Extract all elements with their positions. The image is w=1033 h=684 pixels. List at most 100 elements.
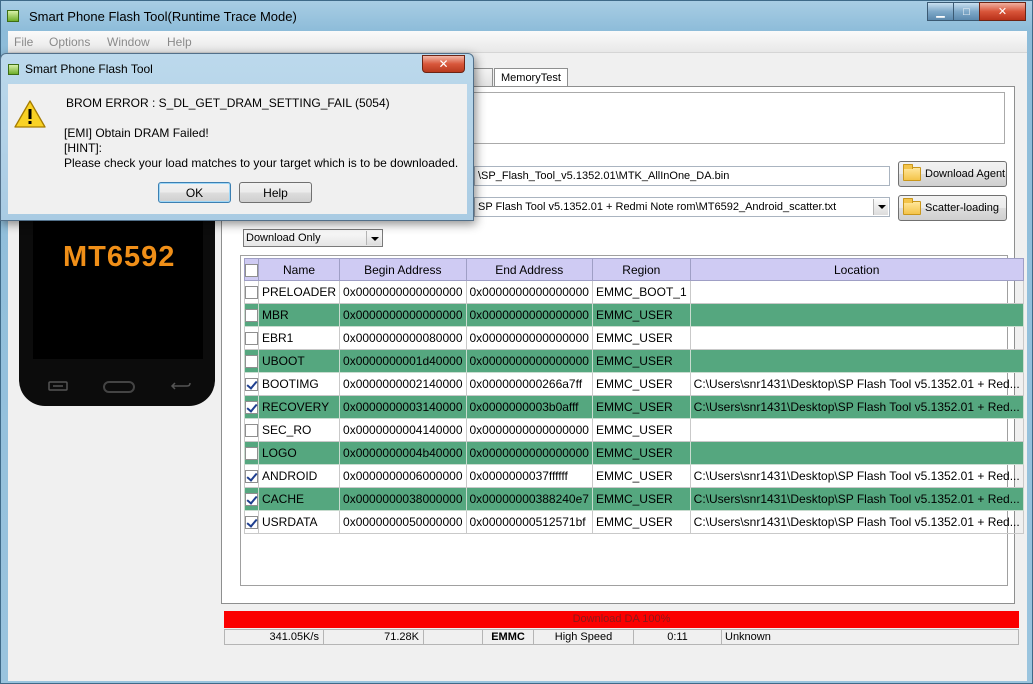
row-checkbox-cell[interactable] bbox=[244, 441, 259, 465]
scatter-file-select[interactable]: SP Flash Tool v5.1352.01 + Redmi Note ro… bbox=[474, 197, 890, 217]
row-checkbox-cell[interactable] bbox=[244, 349, 259, 373]
row-checkbox[interactable] bbox=[245, 493, 258, 507]
status-size: 71.28K bbox=[323, 629, 424, 645]
cell-begin: 0x0000000003140000 bbox=[339, 395, 467, 419]
column-header-end-address[interactable]: End Address bbox=[465, 258, 593, 281]
status-state: Unknown bbox=[721, 629, 1019, 645]
cell-end: 0x0000000003b0afff bbox=[465, 395, 593, 419]
error-message: BROM ERROR : S_DL_GET_DRAM_SETTING_FAIL … bbox=[66, 96, 390, 110]
table-row[interactable]: ANDROID 0x0000000006000000 0x0000000037fff… bbox=[244, 464, 1024, 488]
cell-name: CACHE bbox=[257, 487, 341, 511]
menu-file[interactable]: File bbox=[14, 35, 33, 49]
minimize-button[interactable]: ▁ bbox=[927, 2, 954, 21]
row-checkbox-cell[interactable] bbox=[244, 464, 259, 488]
menu-options[interactable]: Options bbox=[49, 35, 90, 49]
cell-region: EMMC_USER bbox=[591, 510, 691, 534]
cell-name: BOOTIMG bbox=[257, 372, 341, 396]
chevron-down-icon[interactable] bbox=[873, 199, 888, 215]
scatter-loading-button[interactable]: Scatter-loading bbox=[898, 195, 1007, 221]
home-key-icon bbox=[103, 381, 135, 393]
dialog-title: Smart Phone Flash Tool bbox=[25, 62, 153, 76]
cell-location[interactable] bbox=[689, 441, 1024, 465]
cell-location[interactable] bbox=[689, 418, 1024, 442]
table-row[interactable]: PRELOADER 0x0000000000000000 0x00000000000… bbox=[244, 280, 1024, 304]
cell-begin: 0x0000000000080000 bbox=[339, 326, 467, 350]
menu-window[interactable]: Window bbox=[107, 35, 150, 49]
cell-location[interactable]: C:\Users\snr1431\Desktop\SP Flash Tool v… bbox=[689, 464, 1024, 488]
dialog-close-button[interactable]: ✕ bbox=[422, 55, 465, 73]
chevron-down-icon[interactable] bbox=[366, 231, 381, 245]
tab-memory-test[interactable]: MemoryTest bbox=[494, 68, 568, 88]
partition-table: Name Begin Address End Address Region Lo… bbox=[244, 258, 1024, 534]
row-checkbox-cell[interactable] bbox=[244, 326, 259, 350]
column-header-begin-address[interactable]: Begin Address bbox=[339, 258, 467, 281]
cell-location[interactable] bbox=[689, 303, 1024, 327]
row-checkbox[interactable] bbox=[245, 378, 258, 392]
table-row[interactable]: EBR1 0x0000000000080000 0x0000000000000000… bbox=[244, 326, 1024, 350]
column-header-location[interactable]: Location bbox=[689, 258, 1024, 281]
row-checkbox[interactable] bbox=[245, 401, 258, 415]
cell-location[interactable] bbox=[689, 326, 1024, 350]
table-row[interactable]: MBR 0x0000000000000000 0x0000000000000000 E… bbox=[244, 303, 1024, 327]
scatter-loading-label: Scatter-loading bbox=[925, 202, 999, 214]
download-mode-select[interactable]: Download Only bbox=[243, 229, 383, 247]
table-row[interactable]: CACHE 0x0000000038000000 0x00000000388240e… bbox=[244, 487, 1024, 511]
cell-end: 0x0000000000000000 bbox=[465, 418, 593, 442]
cell-begin: 0x0000000004b40000 bbox=[339, 441, 467, 465]
help-button[interactable]: Help bbox=[239, 182, 312, 203]
table-row[interactable]: USRDATA 0x0000000050000000 0x0000000051257… bbox=[244, 510, 1024, 534]
cell-begin: 0x0000000001d40000 bbox=[339, 349, 467, 373]
row-checkbox-cell[interactable] bbox=[244, 487, 259, 511]
cell-end: 0x0000000000000000 bbox=[465, 326, 593, 350]
row-checkbox[interactable] bbox=[245, 470, 258, 484]
table-row[interactable]: RECOVERY 0x0000000003140000 0x0000000003b0… bbox=[244, 395, 1024, 419]
column-header-region[interactable]: Region bbox=[591, 258, 691, 281]
cell-begin: 0x0000000002140000 bbox=[339, 372, 467, 396]
cell-name: USRDATA bbox=[257, 510, 341, 534]
download-agent-button[interactable]: Download Agent bbox=[898, 161, 1007, 187]
row-checkbox[interactable] bbox=[245, 332, 258, 346]
table-row[interactable]: BOOTIMG 0x0000000002140000 0x000000000266a… bbox=[244, 372, 1024, 396]
table-row[interactable]: LOGO 0x0000000004b40000 0x0000000000000000… bbox=[244, 441, 1024, 465]
row-checkbox-cell[interactable] bbox=[244, 418, 259, 442]
select-all-checkbox[interactable] bbox=[245, 263, 258, 277]
row-checkbox-cell[interactable] bbox=[244, 303, 259, 327]
download-agent-path[interactable]: \SP_Flash_Tool_v5.1352.01\MTK_AllInOne_D… bbox=[474, 166, 890, 186]
row-checkbox[interactable] bbox=[245, 286, 258, 300]
cell-location[interactable]: C:\Users\snr1431\Desktop\SP Flash Tool v… bbox=[689, 395, 1024, 419]
cell-location[interactable] bbox=[689, 349, 1024, 373]
app-icon bbox=[8, 64, 19, 75]
maximize-button[interactable]: □ bbox=[953, 2, 980, 21]
cell-name: LOGO bbox=[257, 441, 341, 465]
row-checkbox[interactable] bbox=[245, 516, 258, 530]
select-all-header[interactable] bbox=[244, 258, 259, 281]
cell-begin: 0x0000000038000000 bbox=[339, 487, 467, 511]
cell-location[interactable]: C:\Users\snr1431\Desktop\SP Flash Tool v… bbox=[689, 372, 1024, 396]
ok-button[interactable]: OK bbox=[158, 182, 231, 203]
close-button[interactable]: ✕ bbox=[979, 2, 1026, 21]
row-checkbox-cell[interactable] bbox=[244, 280, 259, 304]
column-header-name[interactable]: Name bbox=[257, 258, 341, 281]
cell-location[interactable]: C:\Users\snr1431\Desktop\SP Flash Tool v… bbox=[689, 487, 1024, 511]
row-checkbox[interactable] bbox=[245, 447, 258, 461]
cell-end: 0x0000000000000000 bbox=[465, 441, 593, 465]
row-checkbox[interactable] bbox=[245, 355, 258, 369]
row-checkbox[interactable] bbox=[245, 424, 258, 438]
dialog-titlebar[interactable]: Smart Phone Flash Tool ✕ bbox=[1, 54, 473, 84]
cell-name: SEC_RO bbox=[257, 418, 341, 442]
row-checkbox[interactable] bbox=[245, 309, 258, 323]
cell-end: 0x0000000000000000 bbox=[465, 303, 593, 327]
cell-location[interactable]: C:\Users\snr1431\Desktop\SP Flash Tool v… bbox=[689, 510, 1024, 534]
row-checkbox-cell[interactable] bbox=[244, 510, 259, 534]
row-checkbox-cell[interactable] bbox=[244, 372, 259, 396]
phone-screen: MT6592 bbox=[33, 201, 203, 359]
cell-begin: 0x0000000050000000 bbox=[339, 510, 467, 534]
error-detail-line-2: [HINT]: bbox=[64, 141, 102, 155]
menu-help[interactable]: Help bbox=[167, 35, 192, 49]
table-row[interactable]: SEC_RO 0x0000000004140000 0x00000000000000… bbox=[244, 418, 1024, 442]
main-titlebar[interactable]: Smart Phone Flash Tool(Runtime Trace Mod… bbox=[1, 1, 1032, 31]
table-row[interactable]: UBOOT 0x0000000001d40000 0x000000000000000… bbox=[244, 349, 1024, 373]
row-checkbox-cell[interactable] bbox=[244, 395, 259, 419]
status-time: 0:11 bbox=[633, 629, 722, 645]
cell-location[interactable] bbox=[689, 280, 1024, 304]
